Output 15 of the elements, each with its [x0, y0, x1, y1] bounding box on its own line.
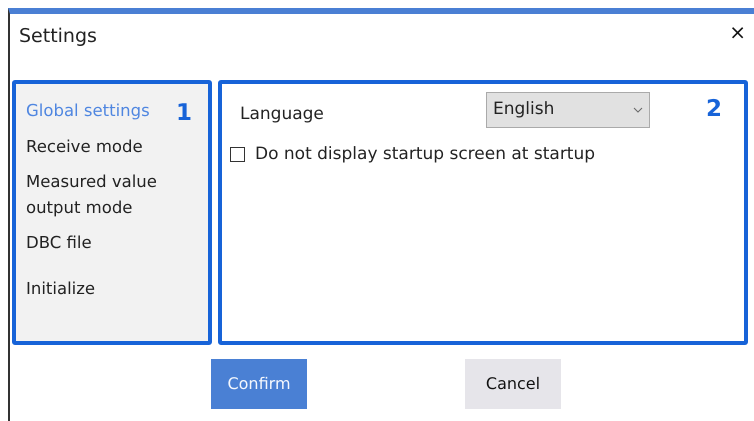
chevron-down-icon — [633, 107, 643, 113]
close-button[interactable]: × — [729, 22, 746, 42]
checkbox-label: Do not display startup screen at startup — [255, 143, 596, 166]
confirm-button[interactable]: Confirm — [211, 359, 307, 409]
callout-number: 2 — [706, 95, 722, 124]
cancel-button[interactable]: Cancel — [465, 359, 561, 409]
sidebar-item[interactable]: Initialize — [26, 276, 96, 302]
checkbox[interactable] — [230, 147, 245, 162]
sidebar-item[interactable]: Measured value output mode — [26, 168, 176, 222]
sidebar-item[interactable]: DBC file — [26, 230, 92, 256]
callout-number: 1 — [176, 99, 192, 128]
language-dropdown[interactable]: English — [486, 92, 650, 128]
sidebar-item[interactable]: Receive mode — [26, 134, 143, 161]
window-title: Settings — [19, 24, 97, 49]
field-label: Language — [240, 103, 325, 126]
